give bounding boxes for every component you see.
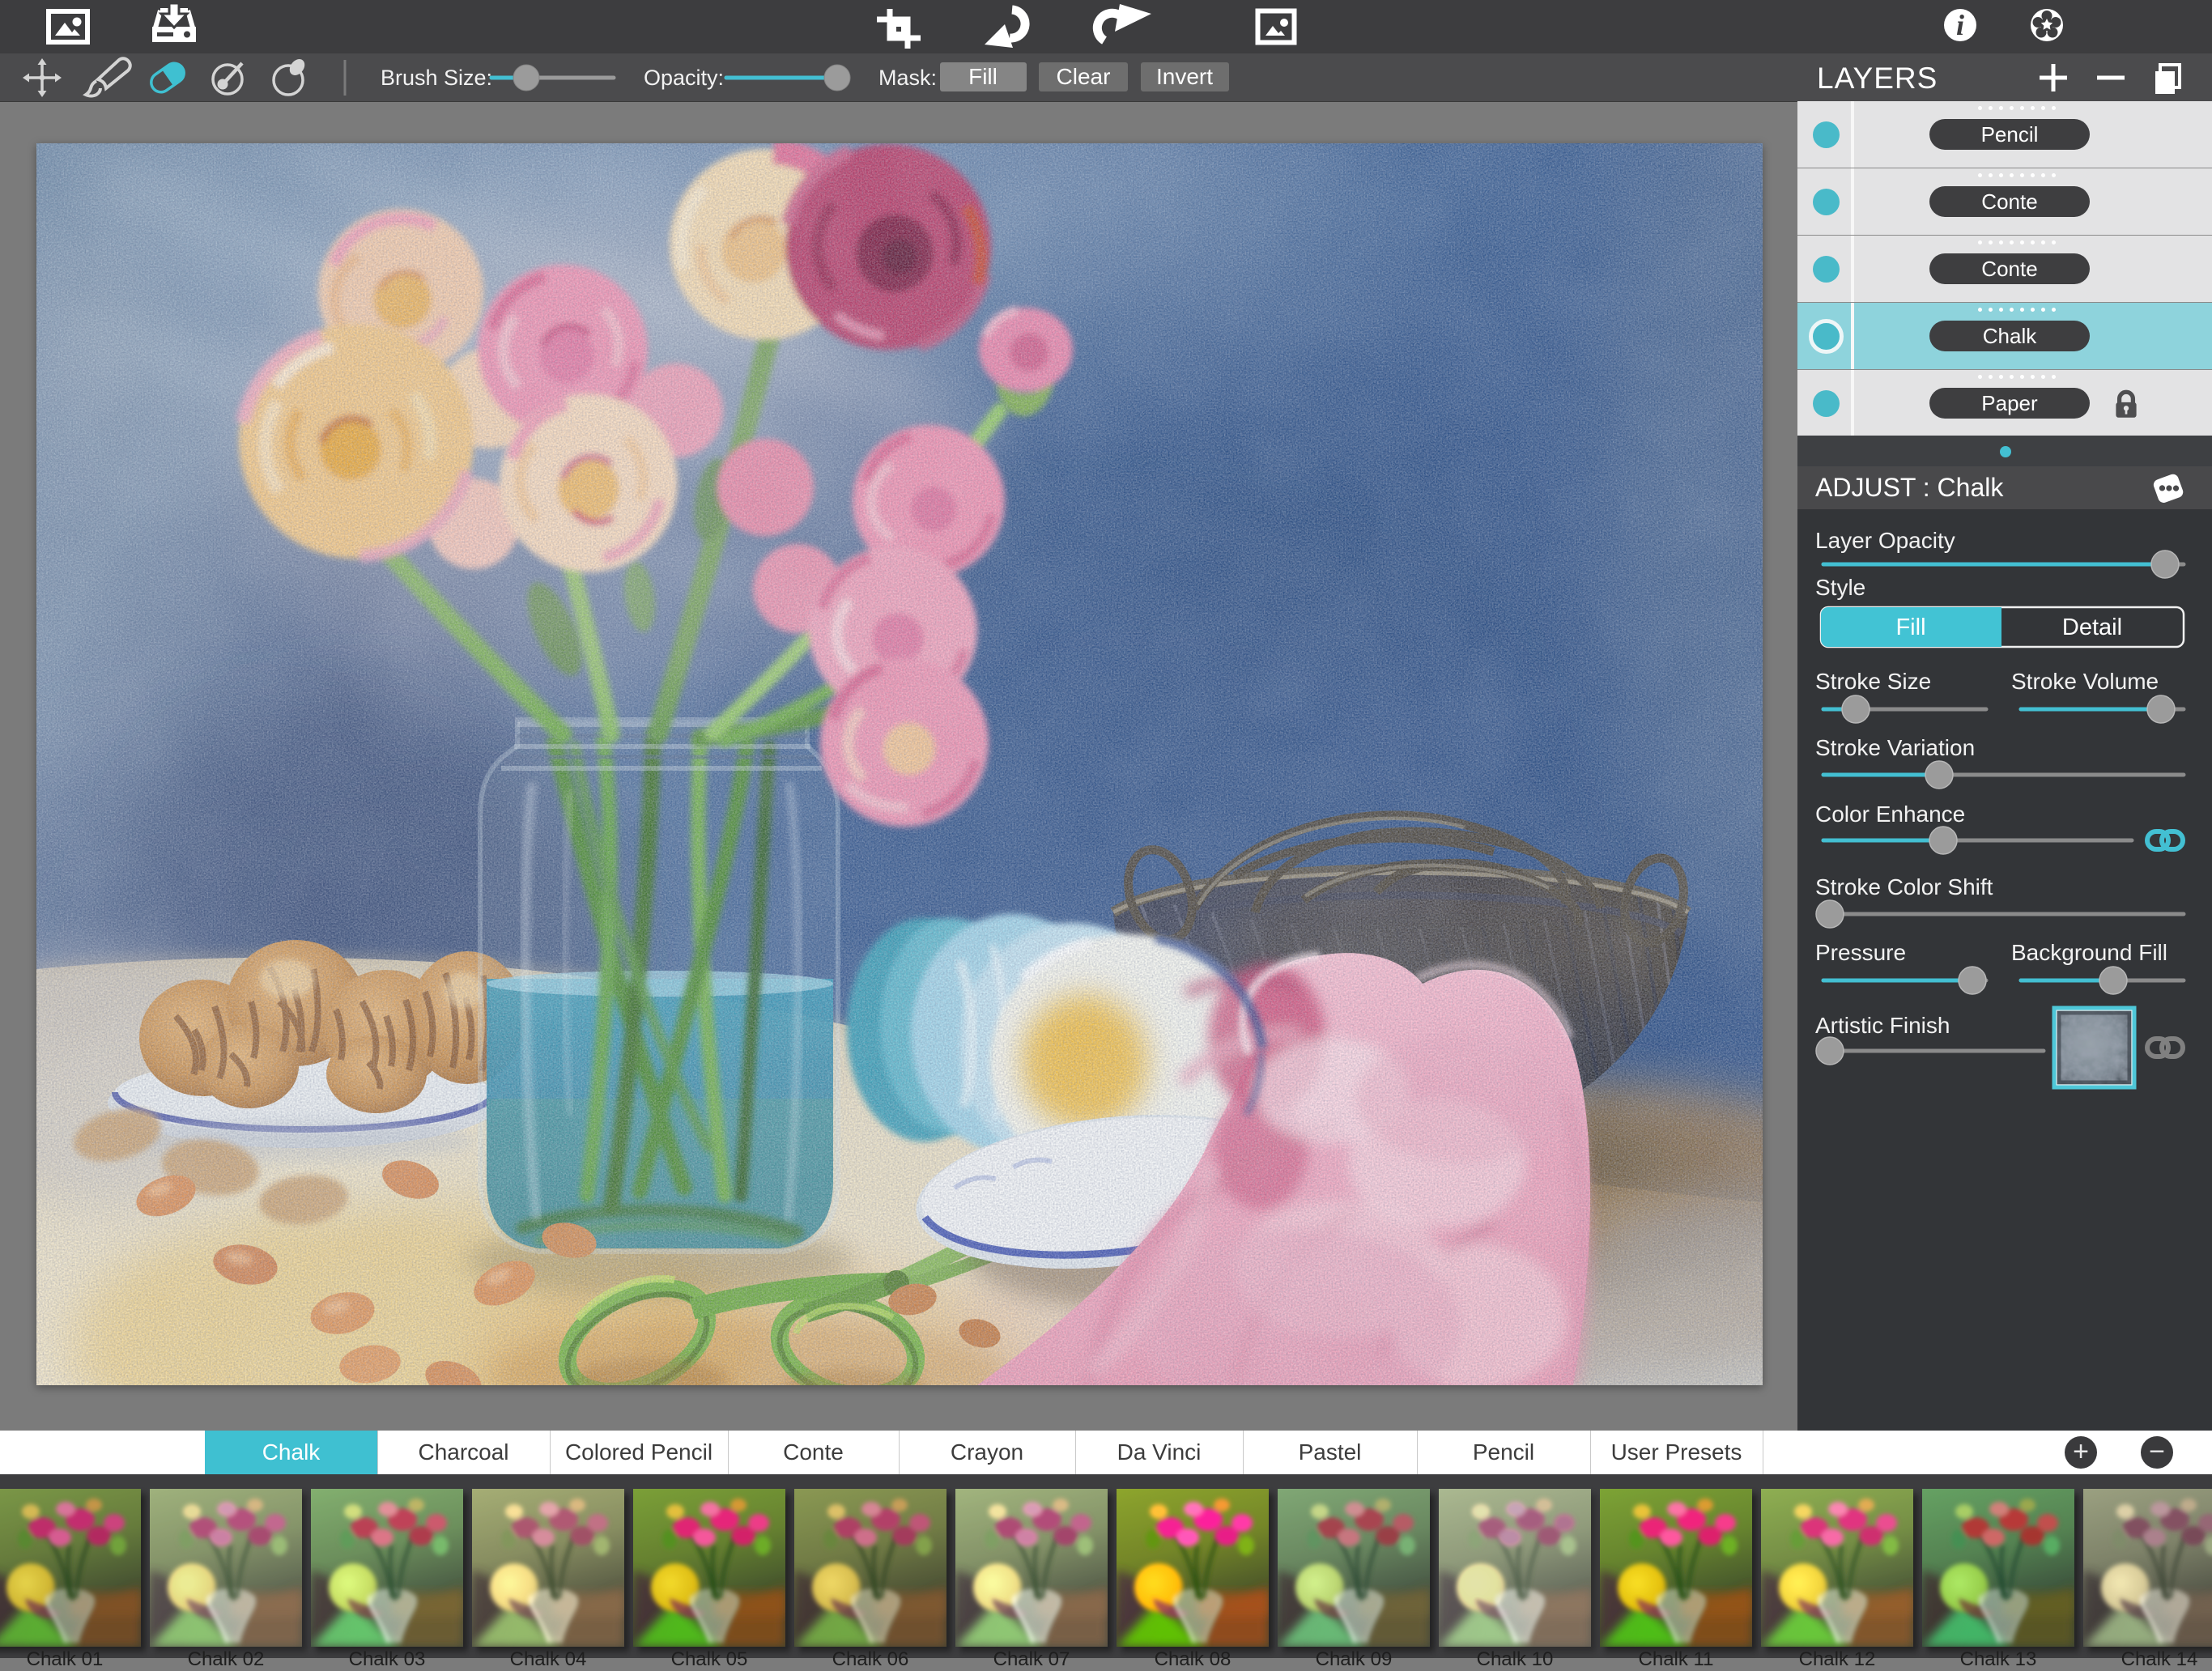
svg-text:Color Enhance: Color Enhance — [1815, 801, 1965, 827]
svg-text:Stroke Volume: Stroke Volume — [2011, 669, 2159, 694]
svg-text:Opacity:: Opacity: — [644, 66, 724, 90]
svg-text:Detail: Detail — [2062, 614, 2122, 640]
svg-text:Style: Style — [1815, 575, 1865, 600]
svg-text:Mask:: Mask: — [878, 66, 937, 90]
svg-text:Clear: Clear — [1057, 64, 1111, 89]
svg-text:Stroke Size: Stroke Size — [1815, 669, 1931, 694]
svg-text:Fill: Fill — [1895, 614, 1925, 640]
svg-text:Invert: Invert — [1156, 64, 1213, 89]
svg-text:Layer Opacity: Layer Opacity — [1815, 528, 1955, 553]
svg-text:Fill: Fill — [968, 64, 998, 89]
svg-text:Artistic Finish: Artistic Finish — [1815, 1013, 1950, 1038]
svg-text:Pressure: Pressure — [1815, 940, 1906, 965]
svg-text:Brush Size:: Brush Size: — [381, 66, 492, 90]
svg-text:i: i — [1956, 9, 1964, 41]
svg-text:Stroke Variation: Stroke Variation — [1815, 735, 1975, 760]
svg-text:Stroke Color Shift: Stroke Color Shift — [1815, 874, 1993, 899]
svg-text:Background Fill: Background Fill — [2011, 940, 2167, 965]
